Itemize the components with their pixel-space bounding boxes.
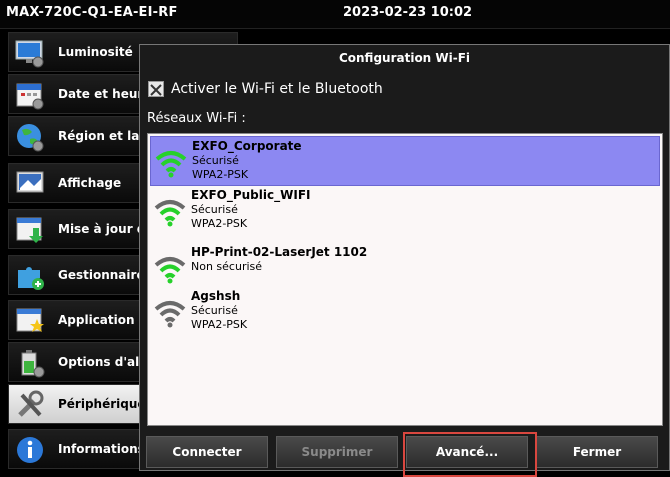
network-security: Non sécurisé	[191, 260, 263, 273]
sidebar-item-label: Date et heure	[58, 87, 152, 101]
connect-button[interactable]: Connecter	[146, 436, 268, 468]
monitor-gear-icon	[15, 40, 44, 68]
advanced-button-highlight	[403, 432, 537, 477]
globe-icon	[17, 124, 44, 152]
display-icon	[16, 171, 44, 193]
network-auth: WPA2-PSK	[192, 168, 249, 181]
app-star-icon	[16, 308, 44, 332]
network-security: Sécurisé	[191, 304, 238, 317]
enable-wifi-bluetooth-label[interactable]: Activer le Wi-Fi et le Bluetooth	[171, 81, 383, 97]
network-name: EXFO_Corporate	[192, 139, 302, 153]
info-icon	[17, 437, 43, 463]
network-row[interactable]: HP-Print-02-LaserJet 1102 Non sécurisé	[150, 243, 660, 293]
calendar-icon	[16, 83, 44, 110]
wifi-signal-icon	[154, 257, 186, 284]
delete-button[interactable]: Supprimer	[276, 436, 398, 468]
network-security: Sécurisé	[191, 203, 238, 216]
network-name: HP-Print-02-LaserJet 1102	[191, 245, 368, 259]
sidebar-item-label: Affichage	[58, 176, 122, 190]
sidebar-item-label: Région et lan	[58, 129, 148, 143]
battery-icon	[21, 350, 45, 378]
network-row[interactable]: Agshsh Sécurisé WPA2-PSK	[150, 287, 660, 337]
networks-heading: Réseaux Wi-Fi :	[147, 111, 246, 126]
tools-icon	[18, 390, 44, 417]
enable-wifi-bluetooth-checkbox[interactable]	[148, 81, 164, 97]
wifi-network-list[interactable]: EXFO_Corporate Sécurisé WPA2-PSK EXFO_Pu…	[147, 133, 663, 426]
checkmark-icon	[150, 84, 162, 96]
device-name: MAX-720C-Q1-EA-EI-RF	[6, 5, 178, 20]
network-row[interactable]: EXFO_Public_WIFI Sécurisé WPA2-PSK	[150, 186, 660, 236]
sidebar-item-label: Luminosité	[58, 45, 133, 59]
wifi-signal-icon	[155, 151, 187, 178]
wifi-signal-icon	[154, 200, 186, 227]
network-name: EXFO_Public_WIFI	[191, 188, 311, 202]
network-row[interactable]: EXFO_Corporate Sécurisé WPA2-PSK	[150, 136, 660, 186]
dialog-title: Configuration Wi-Fi	[338, 51, 471, 65]
wifi-config-dialog: Configuration Wi-Fi Activer le Wi-Fi et …	[139, 44, 670, 477]
network-security: Sécurisé	[192, 154, 239, 167]
network-auth: WPA2-PSK	[191, 217, 248, 230]
update-download-icon	[16, 217, 43, 243]
puzzle-icon	[18, 267, 44, 290]
network-name: Agshsh	[191, 289, 241, 303]
close-button[interactable]: Fermer	[536, 436, 658, 468]
top-status-bar: MAX-720C-Q1-EA-EI-RF 2023-02-23 10:02	[0, 0, 670, 29]
network-auth: WPA2-PSK	[191, 318, 248, 331]
wifi-signal-icon	[154, 301, 186, 328]
dialog-button-bar: Connecter Supprimer Avancé... Fermer	[140, 432, 669, 477]
clock: 2023-02-23 10:02	[343, 5, 473, 20]
